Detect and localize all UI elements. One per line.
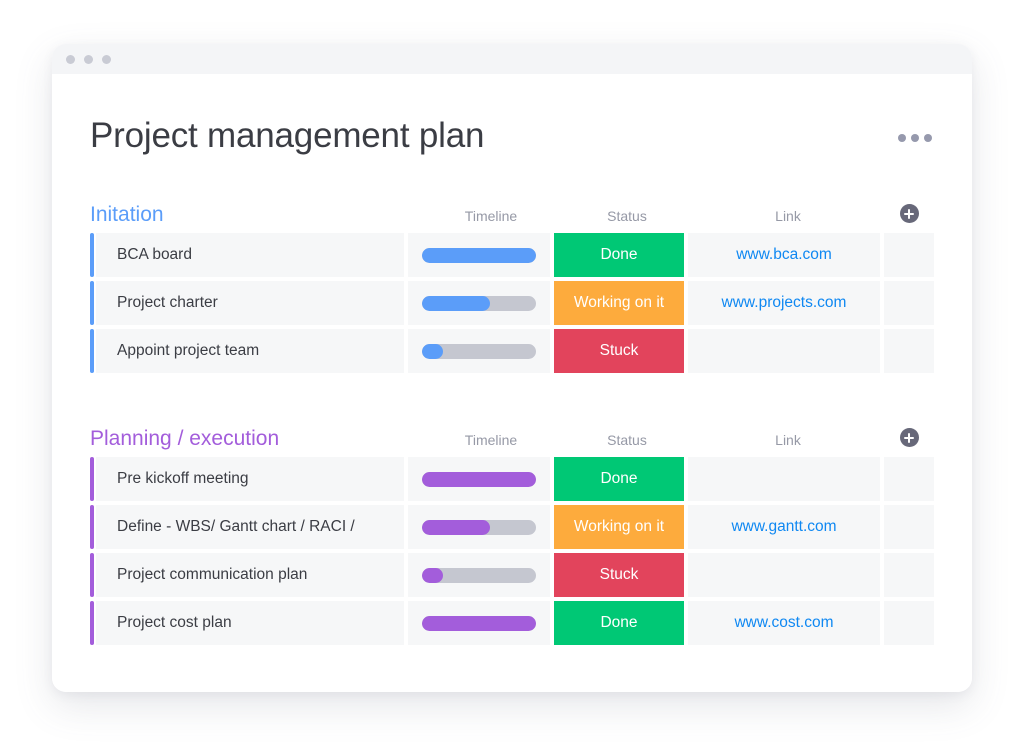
status-badge[interactable]: Working on it [554, 281, 684, 325]
progress-bar-track [422, 567, 536, 583]
task-name-cell[interactable]: Project cost plan [96, 601, 404, 645]
progress-bar-track [422, 343, 536, 359]
window-dot-minimize[interactable] [84, 54, 93, 64]
add-column-cell [884, 204, 934, 225]
window-dot-maximize[interactable] [102, 54, 111, 64]
kebab-dot-3 [924, 134, 932, 142]
progress-bar-fill [422, 343, 443, 359]
table-row[interactable]: Define - WBS/ Gantt chart / RACI / Workin… [90, 505, 934, 549]
extra-cell[interactable] [884, 601, 934, 645]
add-column-cell [884, 428, 934, 449]
progress-bar-track [422, 471, 536, 487]
extra-cell[interactable] [884, 553, 934, 597]
row-accent-bar [90, 329, 94, 373]
task-name-cell[interactable]: BCA board [96, 233, 404, 277]
add-column-icon[interactable] [899, 204, 919, 223]
row-accent-bar [90, 281, 94, 325]
link-text[interactable]: www.gantt.com [731, 518, 836, 536]
timeline-cell[interactable] [408, 281, 550, 325]
kebab-dot-1 [898, 134, 906, 142]
page-header: Project management plan [90, 74, 934, 153]
progress-bar-track [422, 615, 536, 631]
status-badge[interactable]: Done [554, 233, 684, 277]
status-badge[interactable]: Stuck [554, 553, 684, 597]
extra-cell[interactable] [884, 233, 934, 277]
progress-bar-fill [422, 519, 491, 535]
column-header-link: Link [775, 432, 801, 448]
progress-bar-track [422, 519, 536, 535]
timeline-cell[interactable] [408, 233, 550, 277]
kebab-menu-icon[interactable] [898, 134, 932, 142]
link-cell[interactable] [688, 457, 880, 501]
add-column-icon[interactable] [899, 428, 919, 447]
progress-bar-fill [422, 471, 536, 487]
progress-bar-track [422, 247, 536, 263]
timeline-cell[interactable] [408, 457, 550, 501]
board-section: Initation Timeline Status Link BCA board Done… [90, 195, 934, 373]
window-dot-close[interactable] [66, 54, 75, 64]
section-header: Planning / execution Timeline Status Link [90, 419, 934, 449]
extra-cell[interactable] [884, 329, 934, 373]
progress-bar-fill [422, 295, 491, 311]
link-text[interactable]: www.projects.com [722, 294, 847, 312]
section-header: Initation Timeline Status Link [90, 195, 934, 225]
timeline-cell[interactable] [408, 505, 550, 549]
row-accent-bar [90, 601, 94, 645]
progress-bar-fill [422, 567, 443, 583]
column-header-status: Status [607, 432, 647, 448]
column-header-timeline: Timeline [464, 208, 518, 224]
timeline-cell[interactable] [408, 329, 550, 373]
progress-bar-track [422, 295, 536, 311]
window-body: Project management plan Initation Timelin… [52, 74, 972, 692]
link-cell[interactable] [688, 553, 880, 597]
row-accent-bar [90, 553, 94, 597]
row-accent-bar [90, 233, 94, 277]
link-text[interactable]: www.bca.com [736, 246, 832, 264]
status-badge[interactable]: Stuck [554, 329, 684, 373]
row-accent-bar [90, 457, 94, 501]
link-cell[interactable] [688, 329, 880, 373]
column-header-link: Link [775, 208, 801, 224]
section-title: Initation [90, 203, 164, 226]
link-text[interactable]: www.cost.com [734, 614, 833, 632]
status-badge[interactable]: Done [554, 457, 684, 501]
link-cell[interactable]: www.gantt.com [688, 505, 880, 549]
page-root: Project management plan Initation Timelin… [0, 0, 1024, 754]
column-headers: Timeline Status Link [420, 204, 934, 225]
column-headers: Timeline Status Link [420, 428, 934, 449]
column-header-timeline: Timeline [464, 432, 518, 448]
app-window: Project management plan Initation Timelin… [52, 44, 972, 692]
window-titlebar [52, 44, 972, 74]
timeline-cell[interactable] [408, 601, 550, 645]
table-row[interactable]: Project cost plan Done www.cost.com [90, 601, 934, 645]
column-header-status: Status [607, 208, 647, 224]
task-name-cell[interactable]: Project charter [96, 281, 404, 325]
board-section: Planning / execution Timeline Status Link Pr… [90, 419, 934, 645]
section-title: Planning / execution [90, 427, 280, 450]
task-name-cell[interactable]: Define - WBS/ Gantt chart / RACI / [96, 505, 404, 549]
link-cell[interactable]: www.bca.com [688, 233, 880, 277]
timeline-cell[interactable] [408, 553, 550, 597]
row-accent-bar [90, 505, 94, 549]
task-name-cell[interactable]: Appoint project team [96, 329, 404, 373]
table-row[interactable]: Project communication plan Stuck [90, 553, 934, 597]
board-sections: Initation Timeline Status Link BCA board Done… [90, 195, 934, 645]
link-cell[interactable]: www.cost.com [688, 601, 880, 645]
status-badge[interactable]: Working on it [554, 505, 684, 549]
table-row[interactable]: Appoint project team Stuck [90, 329, 934, 373]
extra-cell[interactable] [884, 457, 934, 501]
page-title: Project management plan [90, 116, 485, 155]
progress-bar-fill [422, 615, 536, 631]
task-name-cell[interactable]: Pre kickoff meeting [96, 457, 404, 501]
table-row[interactable]: Project charter Working on it www.projects… [90, 281, 934, 325]
progress-bar-fill [422, 247, 536, 263]
extra-cell[interactable] [884, 505, 934, 549]
task-name-cell[interactable]: Project communication plan [96, 553, 404, 597]
table-row[interactable]: BCA board Done www.bca.com [90, 233, 934, 277]
status-badge[interactable]: Done [554, 601, 684, 645]
extra-cell[interactable] [884, 281, 934, 325]
link-cell[interactable]: www.projects.com [688, 281, 880, 325]
kebab-dot-2 [911, 134, 919, 142]
table-row[interactable]: Pre kickoff meeting Done [90, 457, 934, 501]
